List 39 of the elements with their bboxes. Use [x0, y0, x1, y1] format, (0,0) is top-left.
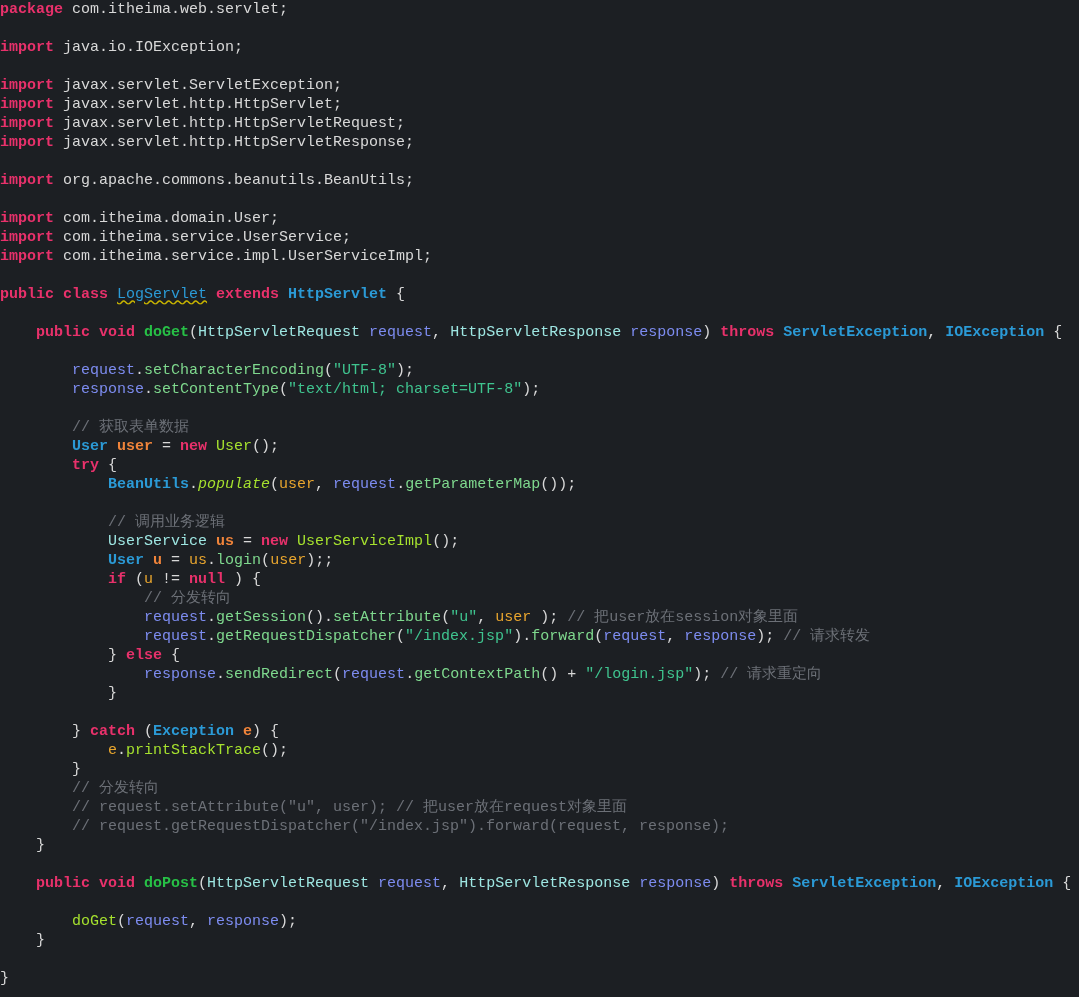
code-line: }	[107, 685, 118, 702]
code-line: public void doGet(HttpServletRequest request, HttpServletResponse response) throws ServletException, IOException {	[35, 324, 1063, 341]
code-line: request.getRequestDispatcher("/index.jsp").forward(request, response); // 请求转发	[143, 628, 871, 645]
code-line: // 获取表单数据	[71, 419, 190, 436]
code-line: User u = us.login(user);;	[107, 552, 334, 569]
code-line: import com.itheima.service.UserService;	[0, 229, 352, 246]
code-line: } else {	[107, 647, 181, 664]
code-line: // request.setAttribute("u", user); // 把user放在request对象里面	[71, 799, 628, 816]
code-line: // 分发转向	[143, 590, 232, 607]
code-line: // 调用业务逻辑	[107, 514, 226, 531]
code-line: try {	[71, 457, 118, 474]
code-line: }	[35, 932, 45, 949]
code-line: UserService us = new UserServiceImpl();	[107, 533, 460, 550]
code-line: if (u != null ) {	[107, 571, 262, 588]
code-line: import javax.servlet.http.HttpServletRequest;	[0, 115, 406, 132]
code-line: import javax.servlet.http.HttpServletResponse;	[0, 134, 415, 151]
code-line: e.printStackTrace();	[107, 742, 289, 759]
code-line: doGet(request, response);	[71, 913, 298, 930]
code-line: // request.getRequestDispatcher("/index.jsp").forward(request, response);	[71, 818, 730, 835]
code-line: import com.itheima.domain.User;	[0, 210, 280, 227]
code-line: User user = new User();	[71, 438, 280, 455]
code-line: import java.io.IOException;	[0, 39, 244, 56]
code-line: public void doPost(HttpServletRequest request, HttpServletResponse response) throws ServletException, IOException {	[35, 875, 1072, 892]
code-line: // 分发转向	[71, 780, 160, 797]
code-line: }	[71, 761, 81, 778]
code-line: import javax.servlet.ServletException;	[0, 77, 343, 94]
code-line: request.getSession().setAttribute("u", user ); // 把user放在session对象里面	[143, 609, 799, 626]
code-line: }	[35, 837, 45, 854]
code-line: }	[0, 970, 9, 987]
code-line: import org.apache.commons.beanutils.BeanUtils;	[0, 172, 415, 189]
code-line: package com.itheima.web.servlet;	[0, 1, 289, 18]
code-line: response.setContentType("text/html; charset=UTF-8");	[71, 381, 541, 398]
code-line: import com.itheima.service.impl.UserServiceImpl;	[0, 248, 433, 265]
code-line: } catch (Exception e) {	[71, 723, 280, 740]
code-line: request.setCharacterEncoding("UTF-8");	[71, 362, 415, 379]
code-line: response.sendRedirect(request.getContextPath() + "/login.jsp"); // 请求重定向	[143, 666, 823, 683]
code-line: import javax.servlet.http.HttpServlet;	[0, 96, 343, 113]
code-line: BeanUtils.populate(user, request.getParameterMap());	[107, 476, 577, 493]
code-line: public class LogServlet extends HttpServlet {	[0, 286, 406, 303]
